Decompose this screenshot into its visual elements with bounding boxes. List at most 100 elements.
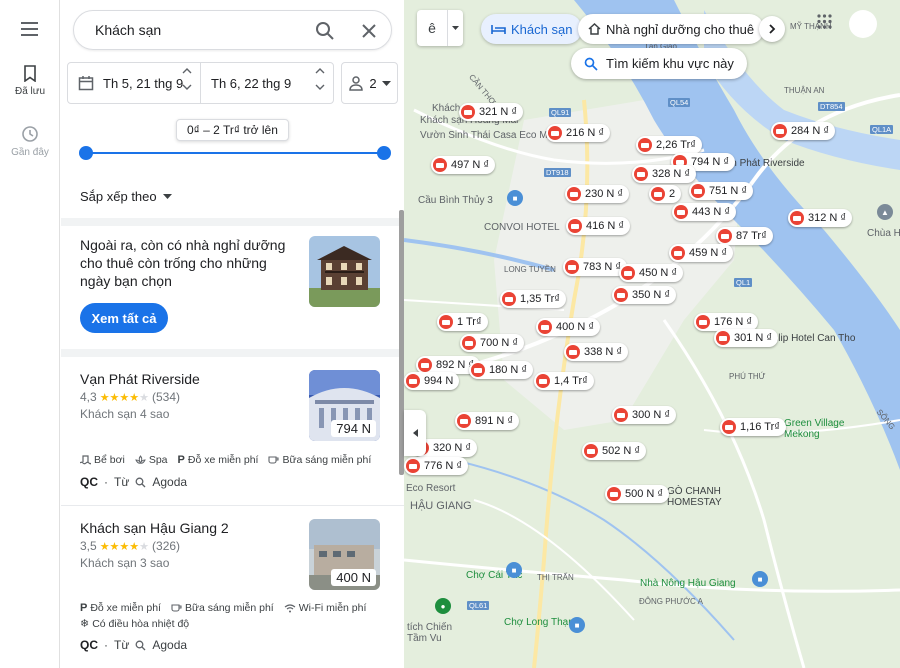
hotel-price-pin[interactable]: 443 N ₫ — [672, 203, 737, 221]
hotel-price-pin[interactable]: 1,35 Tr₫ — [500, 290, 566, 308]
sort-button[interactable]: Sắp xếp theo — [80, 189, 172, 204]
chevron-down-icon[interactable] — [315, 84, 325, 91]
hotel-price-pin[interactable]: 328 N ₫ — [632, 165, 697, 183]
checkin-date[interactable]: Th 5, 21 thg 9 — [68, 63, 200, 103]
hotel-pin-icon — [584, 444, 598, 458]
hotel-price-pin[interactable]: 216 N ₫ — [546, 124, 611, 142]
price-max-handle[interactable] — [377, 146, 391, 160]
price-min-handle[interactable] — [79, 146, 93, 160]
checkout-date[interactable]: Th 6, 22 thg 9 — [200, 63, 333, 103]
apps-icon[interactable] — [817, 14, 832, 32]
chips-next-button[interactable] — [759, 16, 785, 42]
house-icon — [588, 23, 601, 35]
close-icon[interactable] — [358, 20, 380, 42]
saved-button[interactable]: Đã lưu — [0, 65, 60, 97]
pin-price: 216 N ₫ — [566, 127, 605, 139]
bus-icon[interactable]: ■ — [507, 190, 523, 206]
hotel-image[interactable]: 400 N — [309, 519, 380, 590]
map[interactable]: Khách sạn Khách sạn Hoàng Mai Vườn Sinh … — [404, 0, 900, 668]
shopping-icon[interactable]: ■ — [569, 617, 585, 633]
hotel-price-pin[interactable]: 891 N ₫ — [455, 412, 520, 430]
hotel-price-pin[interactable]: 416 N ₫ — [566, 217, 631, 235]
amenities-list: ❄ Có điều hòa nhiệt độ — [80, 617, 189, 631]
search-box — [73, 10, 392, 50]
chip-hotels[interactable]: Khách sạn — [481, 14, 583, 44]
shopping-icon[interactable]: ■ — [752, 571, 768, 587]
place-label: Chợ Long Thạnh — [504, 617, 580, 628]
hotel-price-pin[interactable]: 450 N ₫ — [619, 264, 684, 282]
hotel-price-pin[interactable]: 994 N — [404, 372, 460, 390]
source-link[interactable]: Agoda — [152, 475, 187, 489]
hotel-price-pin[interactable]: 459 N ₫ — [669, 244, 734, 262]
hotel-price-pin[interactable]: 300 N ₫ — [612, 406, 677, 424]
hotel-name[interactable]: Vạn Phát Riverside — [80, 371, 200, 387]
price-slider-track[interactable] — [85, 152, 383, 154]
pin-price: 284 N ₫ — [791, 125, 830, 137]
hotel-price-pin[interactable]: 497 N ₫ — [431, 156, 496, 174]
hotel-pin-icon — [433, 158, 447, 172]
hotel-pin-icon — [607, 487, 621, 501]
chevron-down-icon[interactable] — [182, 84, 192, 91]
hotel-price-pin[interactable]: 1 Tr₫ — [437, 313, 488, 331]
hotel-price-pin[interactable]: 321 N ₫ — [459, 103, 524, 121]
pin-price: 1,35 Tr₫ — [520, 293, 560, 305]
hotel-price-pin[interactable]: 700 N ₫ — [460, 334, 525, 352]
collapse-panel-button[interactable] — [404, 410, 426, 456]
hotel-price-pin[interactable]: 301 N ₫ — [714, 329, 779, 347]
hotel-price-pin[interactable]: 2 — [649, 185, 682, 203]
chevron-up-icon[interactable] — [315, 67, 325, 74]
hotel-price-pin[interactable]: 180 N ₫ — [469, 361, 534, 379]
pin-price: 700 N ₫ — [480, 337, 519, 349]
map-type-button[interactable]: ê — [417, 10, 463, 46]
vacation-rental-image[interactable] — [309, 236, 380, 307]
hotel-price-pin[interactable]: 500 N ₫ — [605, 485, 670, 503]
hotel-price-pin[interactable]: 312 N ₫ — [788, 209, 853, 227]
chip-vacation-rentals[interactable]: Nhà nghỉ dưỡng cho thuê — [578, 14, 765, 44]
search-icon — [135, 640, 146, 650]
amenities-list: Bể bơi Spa P Đỗ xe miễn phí Bữa sáng miễn… — [80, 454, 371, 466]
menu-icon[interactable] — [21, 22, 38, 36]
road-number: DT854 — [818, 102, 845, 111]
hotel-pin-icon — [773, 124, 787, 138]
guests-count: 2 — [369, 75, 377, 91]
hotel-price-pin[interactable]: 284 N ₫ — [771, 122, 836, 140]
search-this-area-button[interactable]: Tìm kiếm khu vực này — [571, 48, 747, 79]
guests-select[interactable]: 2 — [341, 62, 398, 104]
amenity-label: Bể bơi — [94, 454, 125, 466]
chevron-up-icon[interactable] — [182, 67, 192, 74]
hotel-price-pin[interactable]: 87 Tr₫ — [716, 227, 773, 245]
hotel-name[interactable]: Khách sạn Hậu Giang 2 — [80, 520, 229, 536]
source-link[interactable]: Agoda — [152, 638, 187, 652]
hotel-price-pin[interactable]: 751 N ₫ — [689, 182, 754, 200]
amenity-label: Đỗ xe miễn phí — [187, 454, 259, 466]
pin-price: 500 N ₫ — [625, 488, 664, 500]
hotel-price-pin[interactable]: 338 N ₫ — [564, 343, 629, 361]
hotel-price-pin[interactable]: 502 N ₫ — [582, 442, 647, 460]
search-input[interactable] — [95, 22, 295, 38]
road-number: DT918 — [544, 168, 571, 177]
chip-label: Nhà nghỉ dưỡng cho thuê — [606, 21, 755, 37]
hotel-price-pin[interactable]: 1,4 Tr₫ — [534, 372, 594, 390]
see-all-button[interactable]: Xem tất cả — [80, 303, 168, 333]
hotel-class: Khách sạn 4 sao — [80, 407, 170, 421]
recent-button[interactable]: Gần đây — [0, 125, 60, 158]
hotel-price-pin[interactable]: 230 N ₫ — [565, 185, 630, 203]
hotel-price-pin[interactable]: 2,26 Tr₫ — [636, 136, 702, 154]
pin-price: 994 N — [424, 375, 454, 387]
hotel-price-pin[interactable]: 350 N ₫ — [612, 286, 677, 304]
hotel-price-pin[interactable]: 400 N ₫ — [536, 318, 601, 336]
checkout-label: Th 6, 22 thg 9 — [211, 75, 292, 91]
pin-price: 443 N ₫ — [692, 206, 731, 218]
temple-icon[interactable]: ▲ — [877, 204, 893, 220]
hotel-price-pin[interactable]: 1,16 Tr₫ — [720, 418, 786, 436]
hotel-image[interactable]: 794 N — [309, 370, 380, 441]
landmark-icon[interactable]: ● — [435, 598, 451, 614]
place-label: Cầu Bình Thủy 3 — [418, 195, 493, 206]
search-icon[interactable] — [314, 20, 336, 42]
pin-price: 891 N ₫ — [475, 415, 514, 427]
avatar[interactable] — [849, 10, 877, 38]
calendar-icon — [78, 76, 94, 91]
hotel-price-pin[interactable]: 783 N ₫ — [563, 258, 628, 276]
shopping-icon[interactable]: ■ — [506, 562, 522, 578]
hotel-price-pin[interactable]: 776 N ₫ — [404, 457, 469, 475]
